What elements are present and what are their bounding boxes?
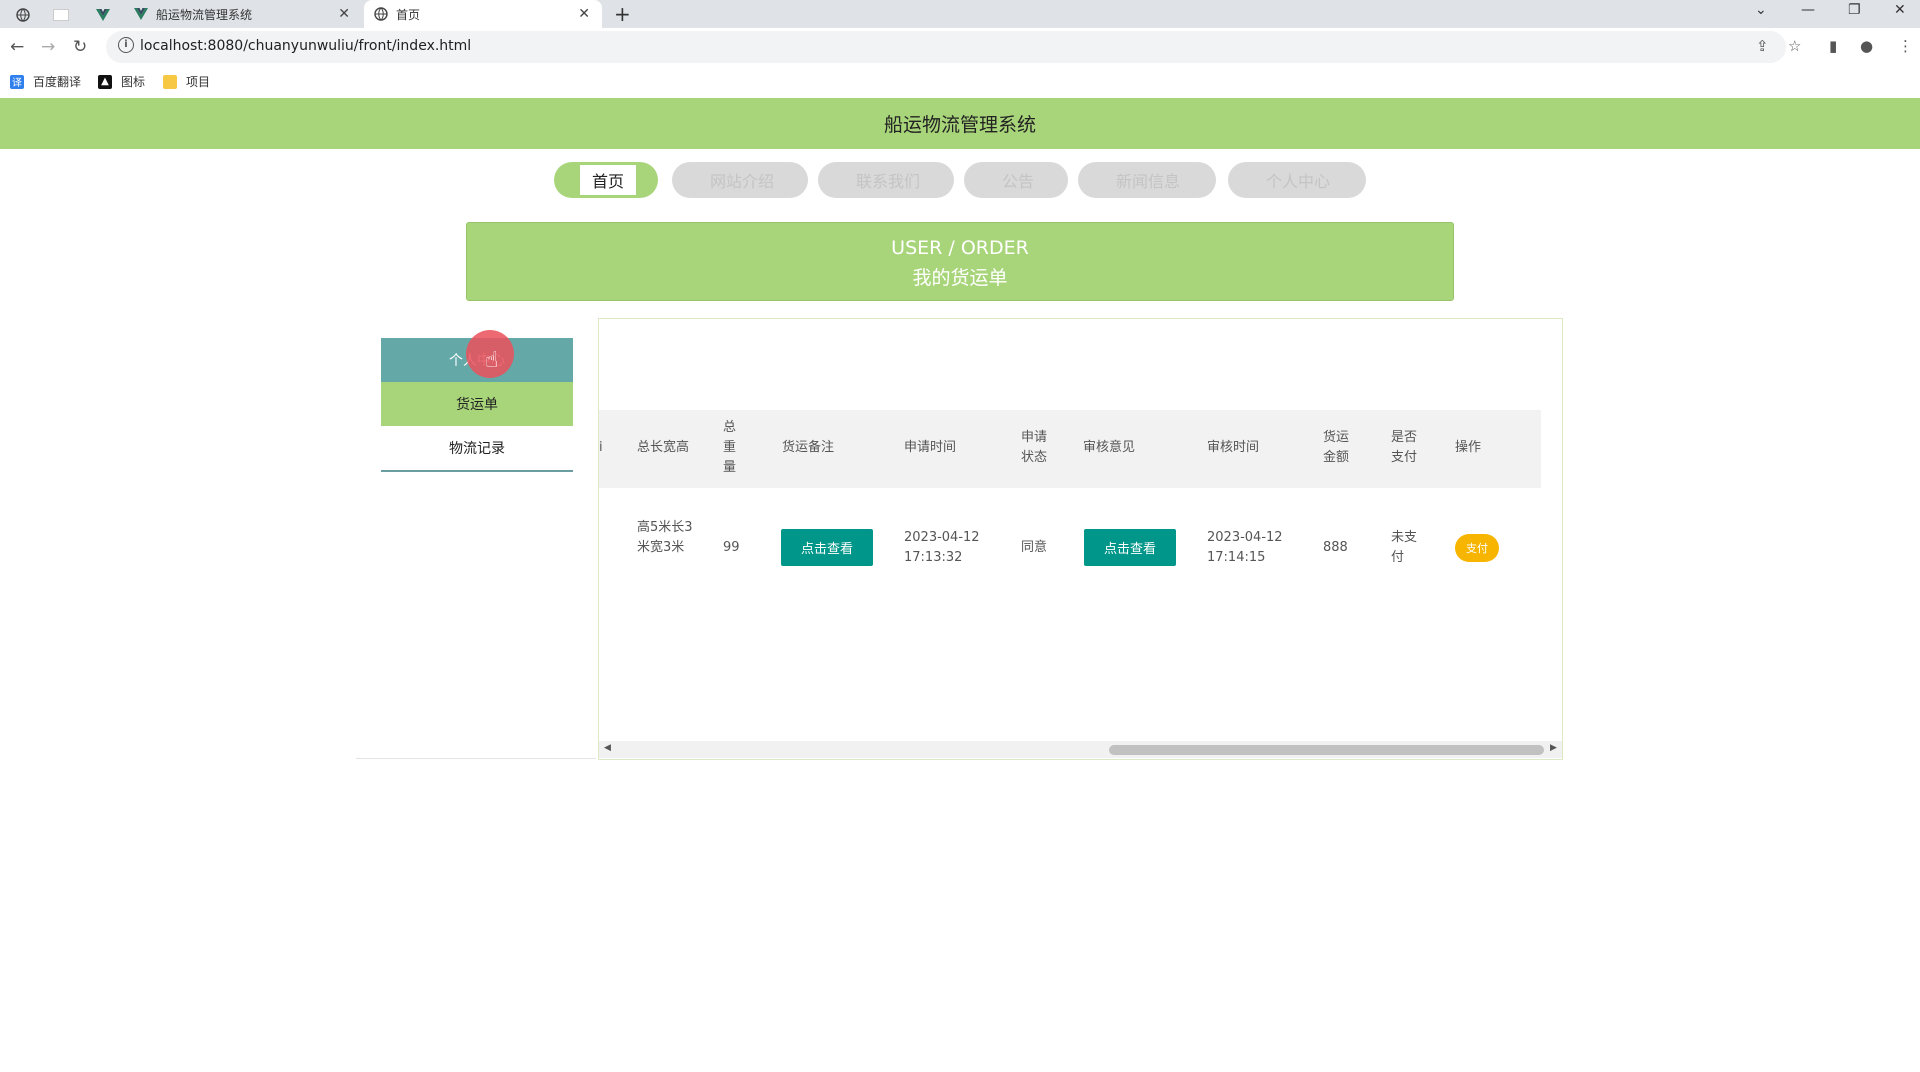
back-icon[interactable]: ← xyxy=(10,37,24,57)
bookmark-label: 项目 xyxy=(186,75,211,89)
page-banner: USER / ORDER 我的货运单 xyxy=(466,222,1454,301)
share-icon[interactable]: ⇪ xyxy=(1756,37,1769,55)
translate-icon: 译 xyxy=(10,74,24,89)
nav-news[interactable]: 新闻信息 xyxy=(1078,162,1216,198)
reload-icon[interactable]: ↻ xyxy=(73,37,87,57)
nav-label: 网站介绍 xyxy=(698,165,787,195)
column-header-weight: 总重量 xyxy=(723,420,737,475)
column-header-dimensions: 总长宽高 xyxy=(637,440,690,455)
pinned-tab-blank[interactable] xyxy=(50,4,72,26)
bookmark-project[interactable]: 项目 xyxy=(163,73,210,90)
forward-icon[interactable]: → xyxy=(41,37,55,57)
info-icon[interactable]: i xyxy=(118,37,134,53)
sidebar-item-label: 货运单 xyxy=(456,397,498,413)
sidebar-item-orders[interactable]: 货运单 xyxy=(381,382,573,426)
view-note-button[interactable]: 点击查看 xyxy=(781,529,873,566)
address-bar[interactable]: i localhost:8080/chuanyunwuliu/front/ind… xyxy=(106,31,1786,63)
page-title: 我的货运单 xyxy=(912,267,1008,289)
site-title: 船运物流管理系统 xyxy=(883,114,1036,136)
bookmarks-bar: 译 百度翻译 ▲ 图标 项目 xyxy=(0,67,1920,99)
pinned-tab-vue[interactable] xyxy=(92,4,114,26)
close-icon[interactable]: ✕ xyxy=(578,6,590,22)
new-tab-icon[interactable]: + xyxy=(614,2,631,26)
nav-home[interactable]: 首页 xyxy=(554,162,658,198)
column-header-apply-status: 申请状态 xyxy=(1021,430,1048,465)
browser-toolbar: ← → ↻ i localhost:8080/chuanyunwuliu/fro… xyxy=(0,28,1920,67)
column-header-review: 审核意见 xyxy=(1083,440,1136,455)
vue-icon xyxy=(134,7,148,21)
table-header: i 总长宽高 总重量 货运备注 申请时间 申请状态 审核意见 审核时间 货运金额… xyxy=(599,410,1541,488)
tab-shipping-system[interactable]: 船运物流管理系统 ✕ xyxy=(124,0,362,28)
nav-contact[interactable]: 联系我们 xyxy=(818,162,954,198)
globe-icon xyxy=(16,8,30,22)
scrollbar-thumb[interactable] xyxy=(1109,745,1544,755)
tab-title: 船运物流管理系统 xyxy=(156,7,253,22)
blank-page-icon xyxy=(53,9,69,21)
vue-icon xyxy=(96,9,110,21)
column-header-review-time: 审核时间 xyxy=(1207,440,1260,455)
nav-user-center[interactable]: 个人中心 xyxy=(1228,162,1366,198)
order-table-panel: i 总长宽高 总重量 货运备注 申请时间 申请状态 审核意见 审核时间 货运金额… xyxy=(598,318,1563,760)
bookmark-label: 图标 xyxy=(121,75,146,89)
nav-label: 联系我们 xyxy=(844,165,933,195)
nav-about[interactable]: 网站介绍 xyxy=(672,162,808,198)
column-header-action: 操作 xyxy=(1455,440,1482,455)
pinned-tab-globe[interactable] xyxy=(12,4,34,26)
tab-title: 首页 xyxy=(396,7,421,22)
column-header-paid: 是否支付 xyxy=(1391,430,1418,465)
nav-label: 个人中心 xyxy=(1254,165,1343,195)
tab-home[interactable]: 首页 ✕ xyxy=(364,0,602,28)
sidebar-menu: 个人中心 货运单 物流记录 xyxy=(356,318,596,759)
bookmark-label: 百度翻译 xyxy=(33,75,82,89)
url-text[interactable]: localhost:8080/chuanyunwuliu/front/index… xyxy=(140,38,471,54)
tab-search-icon[interactable]: ⌄ xyxy=(1755,2,1767,18)
horizontal-scrollbar[interactable]: ◀ ▶ xyxy=(599,741,1562,758)
sidebar-item-label: 物流记录 xyxy=(449,441,505,457)
scroll-left-icon[interactable]: ◀ xyxy=(604,743,611,753)
column-header-amount: 货运金额 xyxy=(1323,430,1350,465)
profile-icon[interactable]: ● xyxy=(1860,37,1873,55)
cell-apply-time: 2023-04-12 17:13:32 xyxy=(904,530,980,565)
nav-label: 新闻信息 xyxy=(1104,165,1193,195)
table-row: 高5米长3米宽3米 99 点击查看 2023-04-12 17:13:32 同意… xyxy=(599,488,1541,608)
hand-cursor-icon: ☝ xyxy=(485,348,499,373)
bookmark-baidu-translate[interactable]: 译 百度翻译 xyxy=(10,73,81,90)
nav-label: 首页 xyxy=(580,165,637,195)
window-close-icon[interactable]: ✕ xyxy=(1894,2,1906,18)
column-header-note: 货运备注 xyxy=(782,440,835,455)
pay-button[interactable]: 支付 xyxy=(1455,534,1499,562)
image-icon: ▲ xyxy=(98,74,112,89)
browser-tab-bar: 船运物流管理系统 ✕ 首页 ✕ + ⌄ — ❐ ✕ xyxy=(0,0,1920,28)
scroll-right-icon[interactable]: ▶ xyxy=(1550,743,1557,753)
sidebar-item-logistics[interactable]: 物流记录 xyxy=(381,426,573,472)
nav-label: 公告 xyxy=(990,165,1047,195)
folder-icon xyxy=(163,74,177,89)
column-header-truncated: i xyxy=(599,440,603,455)
site-header: 船运物流管理系统 xyxy=(0,98,1920,149)
view-review-button[interactable]: 点击查看 xyxy=(1084,529,1176,566)
cell-paid: 未支付 xyxy=(1391,530,1418,565)
nav-notice[interactable]: 公告 xyxy=(964,162,1068,198)
bookmark-icons[interactable]: ▲ 图标 xyxy=(98,73,145,90)
side-panel-icon[interactable]: ▮ xyxy=(1829,37,1837,55)
minimize-icon[interactable]: — xyxy=(1801,2,1815,18)
cell-dimensions: 高5米长3米宽3米 xyxy=(637,520,693,555)
restore-icon[interactable]: ❐ xyxy=(1848,2,1861,18)
column-header-apply-time: 申请时间 xyxy=(904,440,957,455)
globe-icon xyxy=(374,7,388,21)
cell-weight: 99 xyxy=(723,540,740,555)
bookmark-star-icon[interactable]: ☆ xyxy=(1788,37,1801,55)
menu-kebab-icon[interactable]: ⋮ xyxy=(1898,37,1913,55)
close-icon[interactable]: ✕ xyxy=(338,6,350,22)
cell-apply-status: 同意 xyxy=(1021,540,1048,555)
banner-subtitle-en: USER / ORDER xyxy=(891,237,1029,259)
cell-review-time: 2023-04-12 17:14:15 xyxy=(1207,530,1283,565)
cell-amount: 888 xyxy=(1323,540,1348,555)
